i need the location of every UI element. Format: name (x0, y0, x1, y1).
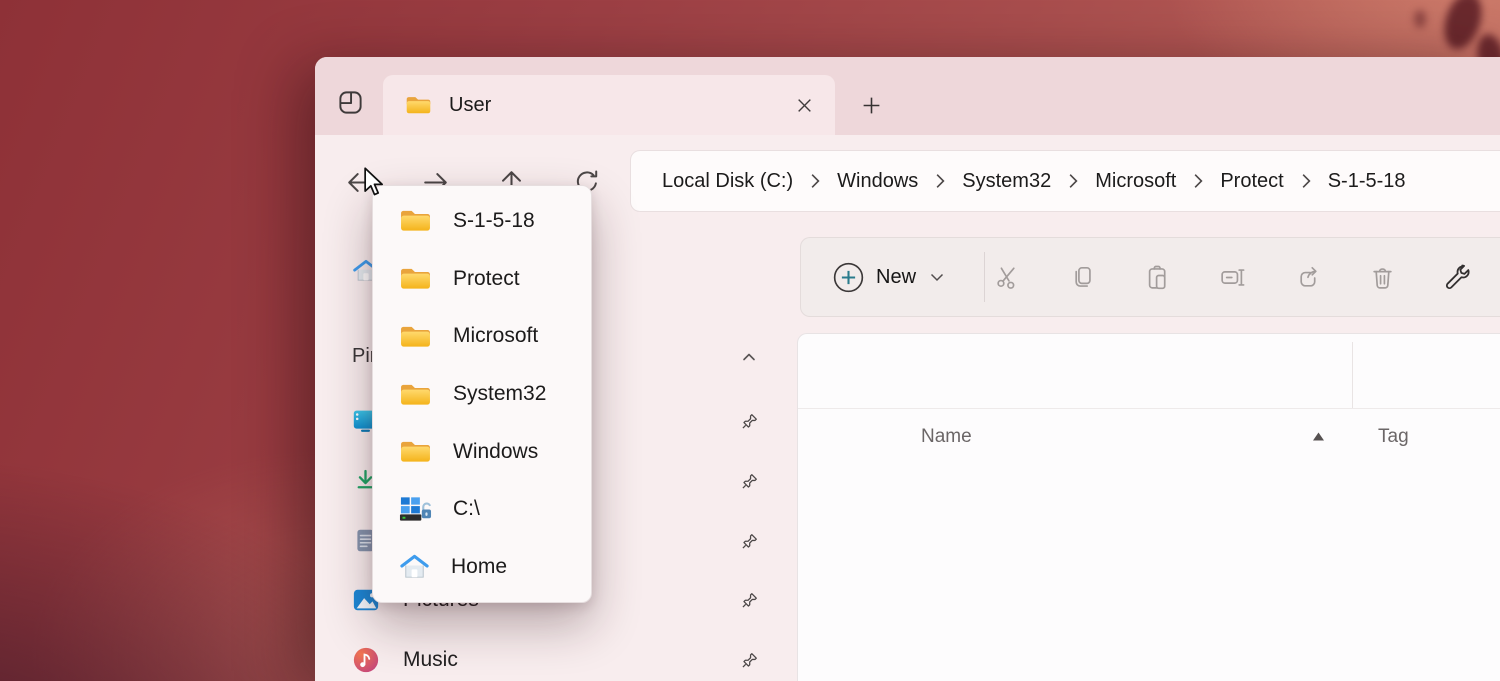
header-divider (798, 408, 1500, 409)
menu-item[interactable]: S-1-5-18 (373, 192, 591, 250)
trash-icon (1369, 264, 1396, 291)
menu-item[interactable]: System32 (373, 365, 591, 423)
folder-icon (399, 207, 432, 234)
tools-button[interactable] (1435, 255, 1479, 299)
pin-icon[interactable] (741, 592, 758, 609)
chevron-right-icon (1062, 173, 1084, 189)
wallpaper-blotch (1414, 10, 1426, 28)
menu-item-label: S-1-5-18 (453, 208, 535, 232)
chevron-down-icon (928, 268, 946, 286)
breadcrumb-item[interactable]: Microsoft (1084, 164, 1187, 199)
clipboard-icon (1144, 264, 1171, 291)
column-header-name[interactable]: Name (921, 426, 972, 448)
menu-item-label: Home (451, 555, 508, 579)
chevron-right-icon (1295, 173, 1317, 189)
menu-item-label: System32 (453, 382, 547, 406)
desktop: { "colors": { "wallpaper_red": "#9a3c41"… (0, 0, 1500, 681)
tab-close-button[interactable] (787, 88, 821, 122)
chevron-right-icon (804, 173, 826, 189)
pin-icon[interactable] (741, 413, 758, 430)
chevron-right-icon (1187, 173, 1209, 189)
new-button[interactable]: New (833, 262, 946, 293)
folder-icon (399, 438, 432, 465)
paste-button[interactable] (1135, 255, 1179, 299)
delete-button[interactable] (1360, 255, 1404, 299)
breadcrumb: Local Disk (C:) Windows System32 Microso… (630, 150, 1500, 212)
share-icon (1294, 264, 1321, 291)
tab-title: User (449, 93, 492, 116)
wrench-icon (1444, 264, 1471, 291)
menu-item-label: Windows (453, 439, 539, 463)
column-header-tag[interactable]: Tag (1378, 426, 1409, 448)
menu-item-label: C:\ (453, 497, 480, 521)
menu-item[interactable]: Microsoft (373, 307, 591, 365)
rename-icon (1219, 264, 1246, 291)
breadcrumb-item[interactable]: Protect (1209, 164, 1294, 199)
cut-button[interactable] (985, 255, 1029, 299)
share-button[interactable] (1285, 255, 1329, 299)
history-dropdown-menu: S-1-5-18 Protect Microsoft System32 Wind… (372, 185, 592, 603)
copy-icon (1069, 264, 1096, 291)
pin-icon[interactable] (741, 652, 758, 669)
add-circle-icon (833, 262, 864, 293)
breadcrumb-item[interactable]: System32 (951, 164, 1062, 199)
menu-item[interactable]: Windows (373, 423, 591, 481)
menu-item[interactable]: Home (373, 538, 591, 596)
breadcrumb-item[interactable]: Local Disk (C:) (651, 164, 804, 199)
command-toolbar: New (800, 237, 1500, 317)
folder-icon (399, 323, 432, 350)
plus-icon (861, 95, 882, 116)
pin-icon[interactable] (741, 533, 758, 550)
sort-ascending-icon (1311, 430, 1326, 443)
menu-item-label: Microsoft (453, 324, 539, 348)
menu-item[interactable]: C:\ (373, 481, 591, 539)
column-divider[interactable] (1352, 342, 1353, 408)
new-button-label: New (876, 265, 917, 288)
breadcrumb-item[interactable]: Windows (826, 164, 929, 199)
new-tab-button[interactable] (853, 87, 889, 123)
tab-user[interactable]: User (383, 75, 835, 135)
folder-icon (405, 94, 432, 116)
sidebar-item-label: Music (403, 648, 458, 671)
breadcrumb-item[interactable]: S-1-5-18 (1317, 164, 1417, 199)
copy-button[interactable] (1060, 255, 1104, 299)
file-list-pane: Name Tag (797, 333, 1500, 681)
rename-button[interactable] (1210, 255, 1254, 299)
folder-icon (399, 265, 432, 292)
sidebar-item-music[interactable]: Music (352, 646, 458, 674)
pin-icon[interactable] (741, 473, 758, 490)
titlebar: User (315, 57, 1500, 135)
home-icon (399, 553, 430, 581)
folder-icon (399, 381, 432, 408)
menu-item[interactable]: Protect (373, 250, 591, 308)
menu-item-label: Protect (453, 266, 520, 290)
chevron-right-icon (929, 173, 951, 189)
music-icon (352, 646, 380, 674)
chevron-up-icon[interactable] (740, 348, 758, 366)
tab-list-button[interactable] (330, 82, 370, 122)
file-explorer-window: User Local Disk (C:) Windows System32 Mi… (315, 57, 1500, 681)
computer-icon (399, 495, 432, 523)
tab-list-icon (337, 89, 364, 116)
scissors-icon (994, 264, 1021, 291)
mouse-cursor (362, 167, 388, 199)
